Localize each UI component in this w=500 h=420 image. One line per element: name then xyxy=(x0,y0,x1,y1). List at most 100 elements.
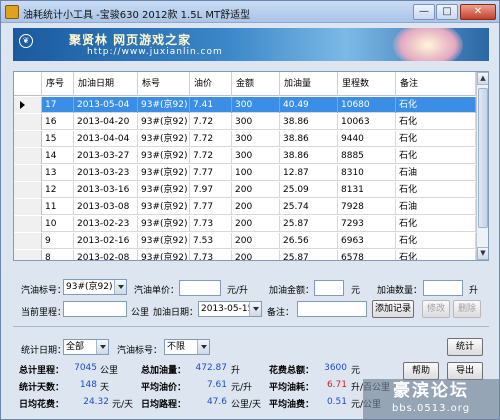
cell-amount: 200 xyxy=(232,199,280,215)
cell-price: 7.97 xyxy=(190,182,232,198)
daily-cost-value: 24.32 xyxy=(83,397,109,407)
date-picker[interactable]: 2013-05-15 xyxy=(198,301,262,317)
period-select[interactable]: 全部 xyxy=(63,339,109,355)
cell-volume: 25.74 xyxy=(280,199,338,215)
cell-volume: 38.86 xyxy=(280,114,338,130)
avg-price-value: 7.61 xyxy=(206,380,227,390)
cell-note: 石化 xyxy=(396,250,476,260)
amount-input[interactable] xyxy=(314,280,344,296)
add-record-button[interactable]: 添加记录 xyxy=(372,300,414,318)
ad-banner[interactable]: ❦ 聚贤林 网页游戏之家 http://www.juxianlin.com xyxy=(13,28,489,61)
avg-fuel-cost-label: 平均油费： xyxy=(269,400,315,410)
chevron-down-icon[interactable] xyxy=(96,340,108,354)
cell-price: 7.72 xyxy=(190,131,232,147)
export-button[interactable]: 导出 xyxy=(447,362,483,380)
header-volume[interactable]: 加油量 xyxy=(280,72,338,96)
row-indicator[interactable] xyxy=(14,114,42,130)
cell-grade: 93#(京92) xyxy=(138,199,190,215)
filter-grade-select[interactable]: 不限 xyxy=(164,339,210,355)
total-fuel-unit: 升 xyxy=(231,366,241,376)
cell-date: 2013-02-23 xyxy=(74,216,138,232)
scroll-down-icon[interactable]: ▼ xyxy=(477,247,488,260)
row-indicator[interactable] xyxy=(14,131,42,147)
table-row[interactable]: 11 2013-03-08 93#(京92) 7.77 200 25.74 7928 石油 xyxy=(14,199,476,215)
note-label: 备注： xyxy=(267,308,295,318)
minimize-button[interactable]: — xyxy=(413,4,435,20)
cell-date: 2013-03-23 xyxy=(74,165,138,181)
row-indicator[interactable] xyxy=(14,233,42,249)
table-row[interactable]: 12 2013-03-16 93#(京92) 7.97 200 25.09 8131 石化 xyxy=(14,182,476,198)
title-bar[interactable]: 油耗统计小工具 -宝骏630 2012款 1.5L MT舒适型 — □ ✕ xyxy=(1,1,499,23)
row-indicator[interactable] xyxy=(14,182,42,198)
cell-volume: 40.49 xyxy=(280,97,338,113)
total-cost-value: 3600 xyxy=(324,363,347,373)
avg-fuel-cost-value: 0.51 xyxy=(326,397,347,407)
cell-price: 7.73 xyxy=(190,216,232,232)
cell-date: 2013-03-16 xyxy=(74,182,138,198)
header-date[interactable]: 加油日期 xyxy=(74,72,138,96)
records-grid[interactable]: 序号 加油日期 标号 油价 金额 加油量 里程数 备注 17 2013-05-04… xyxy=(13,71,489,261)
cell-mileage: 8885 xyxy=(338,148,396,164)
row-indicator[interactable] xyxy=(14,148,42,164)
cell-price: 7.77 xyxy=(190,165,232,181)
calendar-dropdown-icon[interactable] xyxy=(249,302,261,316)
filter-grade-value: 不限 xyxy=(167,342,186,352)
total-cost-label: 花费总额： xyxy=(269,366,315,376)
table-row[interactable]: 10 2013-02-23 93#(京92) 7.73 200 25.87 7293 石化 xyxy=(14,216,476,232)
chevron-down-icon[interactable] xyxy=(197,340,209,354)
header-price[interactable]: 油价 xyxy=(190,72,232,96)
table-row[interactable]: 15 2013-04-04 93#(京92) 7.72 300 38.86 9440 石化 xyxy=(14,131,476,147)
daily-distance-label: 日均路程： xyxy=(141,400,187,410)
scroll-up-icon[interactable]: ▲ xyxy=(477,72,488,85)
cell-id: 16 xyxy=(42,114,74,130)
header-id[interactable]: 序号 xyxy=(42,72,74,96)
cell-amount: 300 xyxy=(232,131,280,147)
header-indicator xyxy=(14,72,42,96)
header-mileage[interactable]: 里程数 xyxy=(338,72,396,96)
volume-unit: 升 xyxy=(469,286,479,296)
cell-mileage: 9440 xyxy=(338,131,396,147)
row-indicator[interactable] xyxy=(14,199,42,215)
grade-select[interactable]: 93#(京92) xyxy=(63,279,127,295)
table-row[interactable]: 9 2013-02-16 93#(京92) 7.53 200 26.56 6963 石化 xyxy=(14,233,476,249)
help-button[interactable]: 帮助 xyxy=(403,362,439,380)
price-input[interactable] xyxy=(179,280,221,296)
days-unit: 天 xyxy=(100,383,110,393)
header-amount[interactable]: 金额 xyxy=(232,72,280,96)
row-indicator[interactable] xyxy=(14,216,42,232)
note-input[interactable] xyxy=(297,301,367,317)
volume-input[interactable] xyxy=(423,280,463,296)
table-row[interactable]: 17 2013-05-04 93#(京92) 7.41 300 40.49 10680 石化 xyxy=(14,97,476,113)
watermark-title: 豪滨论坛 xyxy=(393,381,469,401)
stats-button[interactable]: 统计 xyxy=(447,338,483,356)
close-button[interactable]: ✕ xyxy=(460,4,496,20)
chevron-down-icon[interactable] xyxy=(114,280,126,294)
cell-grade: 93#(京92) xyxy=(138,250,190,260)
grid-vertical-scrollbar[interactable]: ▲ ▼ xyxy=(476,72,488,260)
table-row[interactable]: 16 2013-04-20 93#(京92) 7.72 300 38.86 10063 石化 xyxy=(14,114,476,130)
maximize-button[interactable]: □ xyxy=(436,4,458,20)
cell-mileage: 10063 xyxy=(338,114,396,130)
header-grade[interactable]: 标号 xyxy=(138,72,190,96)
cell-volume: 25.87 xyxy=(280,216,338,232)
scroll-thumb[interactable] xyxy=(478,88,488,228)
cell-note: 石化 xyxy=(396,216,476,232)
row-indicator[interactable] xyxy=(14,97,42,113)
volume-label: 加油数量： xyxy=(377,286,423,296)
filter-grade-label: 汽油标号： xyxy=(117,346,163,356)
cell-id: 14 xyxy=(42,148,74,164)
row-indicator[interactable] xyxy=(14,165,42,181)
cell-grade: 93#(京92) xyxy=(138,148,190,164)
edit-button[interactable]: 修改 xyxy=(422,300,450,318)
delete-button[interactable]: 删除 xyxy=(453,300,481,318)
banner-url[interactable]: http://www.juxianlin.com xyxy=(87,47,223,57)
table-row[interactable]: 13 2013-03-23 93#(京92) 7.77 100 12.87 8310 石油 xyxy=(14,165,476,181)
cell-mileage: 6578 xyxy=(338,250,396,260)
table-row[interactable]: 14 2013-03-27 93#(京92) 7.72 300 38.86 8885 石化 xyxy=(14,148,476,164)
table-row[interactable]: 8 2013-02-08 93#(京92) 7.73 200 25.87 6578 石化 xyxy=(14,250,476,260)
mileage-input[interactable] xyxy=(63,301,127,317)
grade-label: 汽油标号： xyxy=(21,286,67,296)
cell-date: 2013-04-20 xyxy=(74,114,138,130)
header-note[interactable]: 备注 xyxy=(396,72,476,96)
row-indicator[interactable] xyxy=(14,250,42,260)
